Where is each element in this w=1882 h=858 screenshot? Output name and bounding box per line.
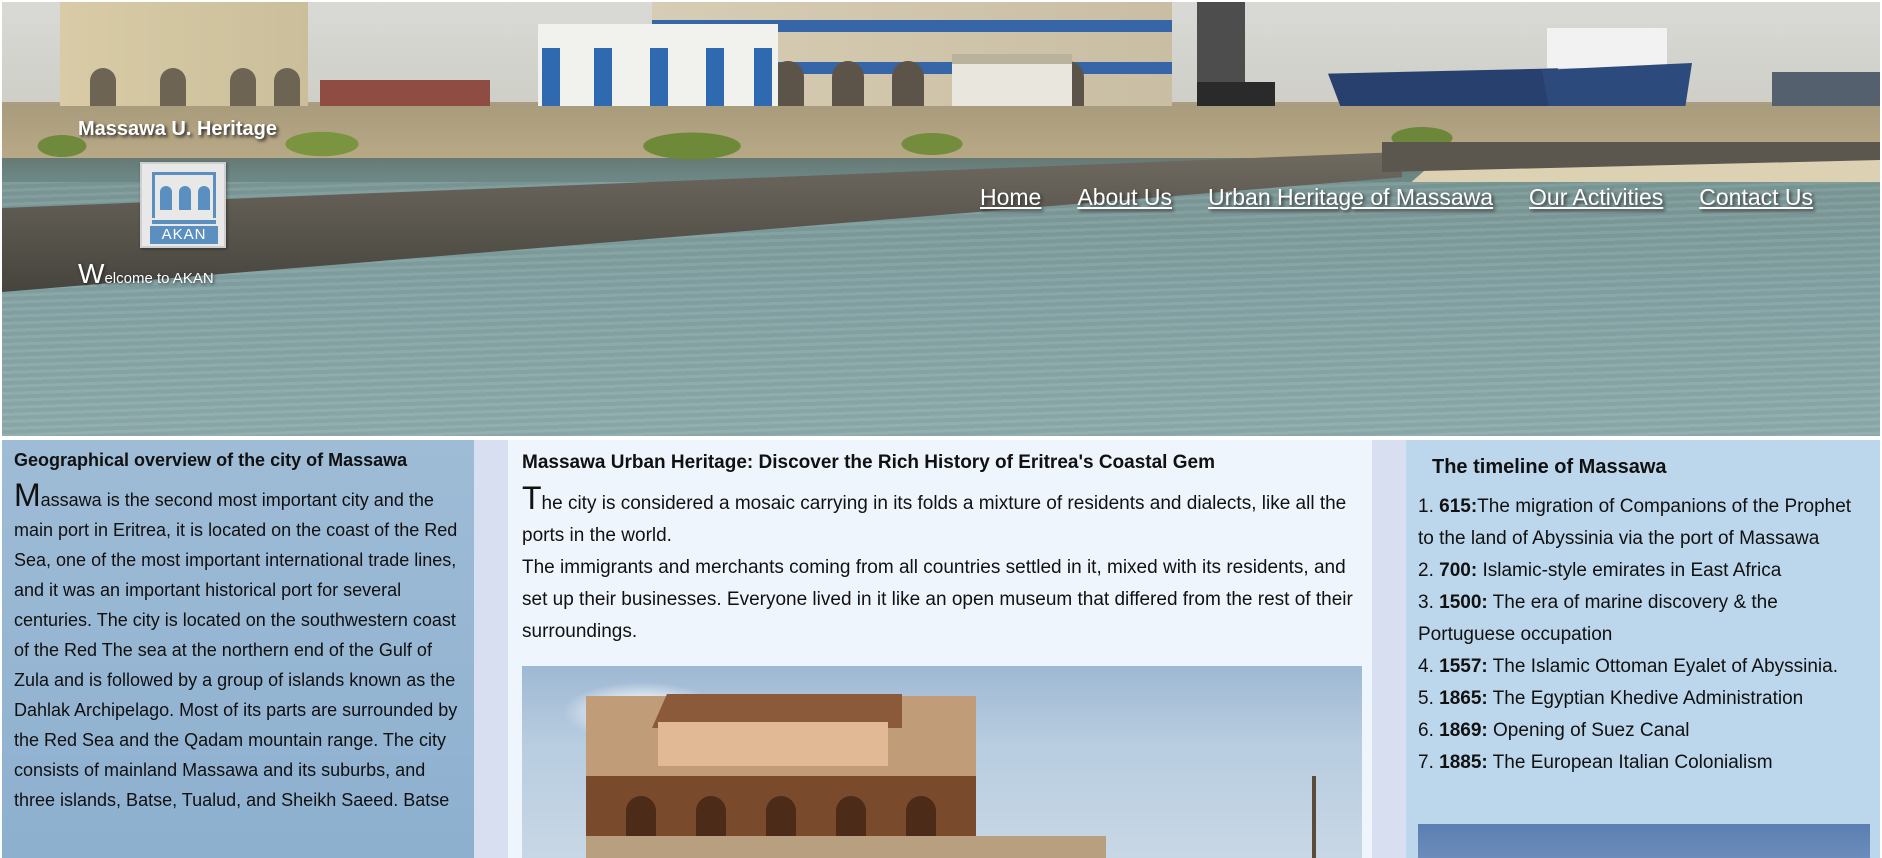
geography-text: Massawa is the second most important cit… [14, 479, 462, 815]
geography-panel: Geographical overview of the city of Mas… [2, 440, 474, 858]
geography-body: assawa is the second most important city… [14, 490, 458, 810]
timeline-photo [1418, 824, 1870, 858]
nav-about-us[interactable]: About Us [1077, 184, 1172, 211]
photo-upper-floor [658, 722, 888, 766]
content-columns: Geographical overview of the city of Mas… [2, 440, 1880, 858]
nav-our-activities[interactable]: Our Activities [1529, 184, 1663, 211]
timeline-item: 5. 1865: The Egyptian Khedive Administra… [1418, 688, 1804, 709]
nav-home[interactable]: Home [980, 184, 1041, 211]
timeline-item: 6. 1869: Opening of Suez Canal [1418, 720, 1690, 741]
timeline-item: 4. 1557: The Islamic Ottoman Eyalet of A… [1418, 656, 1838, 677]
timeline-item: 7. 1885: The European Italian Colonialis… [1418, 752, 1773, 773]
heritage-para-1-text: he city is considered a mosaic carrying … [522, 493, 1347, 546]
logo-text: AKAN [150, 226, 218, 244]
hero-ship-deck [1547, 28, 1667, 68]
welcome-rest: elcome to AKAN [104, 270, 214, 287]
logo-arch-icon [179, 186, 191, 210]
hero-tower [1197, 2, 1245, 84]
timeline-item: 2. 700: Islamic-style emirates in East A… [1418, 560, 1782, 581]
logo-arch-icon [198, 186, 210, 210]
welcome-text: Welcome to AKAN [78, 258, 214, 290]
heritage-panel: Massawa Urban Heritage: Discover the Ric… [508, 440, 1372, 858]
heritage-title: Massawa Urban Heritage: Discover the Ric… [522, 452, 1215, 473]
geography-title: Geographical overview of the city of Mas… [14, 450, 408, 470]
site-title[interactable]: Massawa U. Heritage [78, 118, 277, 141]
logo-bar [152, 220, 216, 224]
nav-urban-heritage[interactable]: Urban Heritage of Massawa [1208, 184, 1493, 211]
heritage-building-photo [522, 666, 1362, 858]
akan-logo[interactable]: AKAN [140, 162, 226, 248]
photo-stone-wall [586, 836, 1106, 858]
main-nav: Home About Us Urban Heritage of Massawa … [980, 184, 1813, 211]
hero-building-left [60, 2, 308, 112]
heritage-para-2: The immigrants and merchants coming from… [522, 557, 1353, 642]
photo-pole [1312, 776, 1316, 858]
heritage-para-1: The city is considered a mosaic carrying… [522, 482, 1358, 552]
timeline-item: 1. 615:The migration of Companions of th… [1418, 496, 1852, 549]
heritage-dropcap: T [522, 480, 542, 516]
timeline-item: 3. 1500: The era of marine discovery & t… [1418, 592, 1778, 645]
welcome-dropcap: W [78, 258, 105, 289]
nav-contact-us[interactable]: Contact Us [1699, 184, 1813, 211]
timeline-title: The timeline of Massawa [1432, 456, 1667, 478]
geography-dropcap: M [14, 477, 41, 513]
logo-arch-icon [160, 186, 172, 210]
timeline-list: 1. 615:The migration of Companions of th… [1418, 491, 1868, 779]
hero-banner: Massawa U. Heritage AKAN Welcome to AKAN… [2, 2, 1880, 436]
timeline-panel: The timeline of Massawa 1. 615:The migra… [1406, 440, 1880, 858]
